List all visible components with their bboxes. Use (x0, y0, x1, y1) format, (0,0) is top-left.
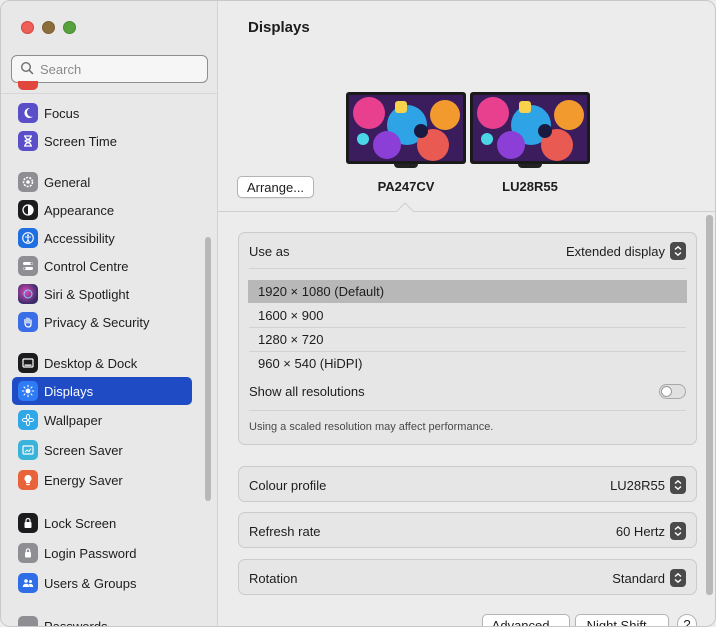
use-as-row: Use as Extended display (249, 241, 686, 261)
resolution-option[interactable]: 1920 × 1080 (Default) (248, 280, 687, 303)
chevron-updown-icon (670, 242, 686, 260)
chevron-updown-icon (670, 569, 686, 587)
accessibility-icon (18, 228, 38, 248)
sidebar-item-focus[interactable]: Focus (12, 99, 192, 127)
main-pane: Displays Arrange... PA247CV LU28R55 Use … (218, 1, 715, 626)
show-all-label: Show all resolutions (249, 383, 365, 399)
appearance-icon (18, 200, 38, 220)
sidebar-item-accessibility[interactable]: Accessibility (12, 224, 192, 252)
colour-profile-label: Colour profile (249, 477, 327, 493)
colour-profile-panel: Colour profile LU28R55 (238, 466, 697, 502)
flower-icon (18, 410, 38, 430)
close-button[interactable] (21, 21, 34, 34)
refresh-rate-label: Refresh rate (249, 523, 321, 539)
search-icon (20, 61, 34, 78)
arrange-button[interactable]: Arrange... (237, 176, 314, 198)
sidebar-item-control-centre[interactable]: Control Centre (12, 252, 192, 280)
resolution-option[interactable]: 1280 × 720 (248, 328, 687, 351)
night-shift-button[interactable]: Night Shift... (575, 614, 669, 626)
page-title: Displays (248, 19, 310, 36)
moon-icon (18, 103, 38, 123)
minimize-button[interactable] (42, 21, 55, 34)
sidebar-item-siri[interactable]: Siri & Spotlight (12, 280, 192, 308)
monitor-lu28r55[interactable] (470, 92, 590, 168)
colour-profile-popup[interactable]: LU28R55 (610, 476, 686, 494)
wallpaper-thumbnail (349, 95, 463, 161)
screensaver-icon (18, 440, 38, 460)
search-field[interactable] (11, 55, 208, 83)
sidebar-item-users-groups[interactable]: Users & Groups (12, 569, 192, 597)
performance-note: Using a scaled resolution may affect per… (249, 421, 494, 433)
help-button[interactable]: ? (677, 614, 697, 626)
sidebar-item-displays[interactable]: Displays (12, 377, 192, 405)
zoom-button[interactable] (63, 21, 76, 34)
key-icon (18, 543, 38, 563)
main-scrollbar[interactable] (706, 215, 713, 595)
show-all-resolutions-toggle[interactable] (659, 383, 686, 399)
refresh-rate-panel: Refresh rate 60 Hertz (238, 512, 697, 548)
use-as-label: Use as (249, 243, 290, 259)
dock-icon (18, 353, 38, 373)
sidebar-item-screen-time[interactable]: Screen Time (12, 127, 192, 155)
chevron-updown-icon (670, 476, 686, 494)
chevron-updown-icon (670, 522, 686, 540)
use-as-popup[interactable]: Extended display (566, 242, 686, 260)
sidebar-divider (1, 93, 217, 94)
control-centre-icon (18, 256, 38, 276)
monitor-name-pa247cv[interactable]: PA247CV (346, 179, 466, 194)
resolution-option[interactable]: 960 × 540 (HiDPI) (248, 352, 687, 375)
sidebar-item-desktop-dock[interactable]: Desktop & Dock (12, 349, 192, 377)
lock-icon (18, 513, 38, 533)
hourglass-icon (18, 131, 38, 151)
refresh-rate-popup[interactable]: 60 Hertz (616, 522, 686, 540)
sun-icon (18, 381, 38, 401)
passwords-icon (18, 616, 38, 626)
rotation-panel: Rotation Standard (238, 559, 697, 595)
resolution-option[interactable]: 1600 × 900 (248, 304, 687, 327)
sidebar-scrollbar[interactable] (205, 237, 211, 501)
users-icon (18, 573, 38, 593)
gear-icon (18, 172, 38, 192)
monitor-name-lu28r55[interactable]: LU28R55 (470, 179, 590, 194)
sidebar-item-appearance[interactable]: Appearance (12, 196, 192, 224)
sidebar-item-privacy[interactable]: Privacy & Security (12, 308, 192, 336)
notifications-icon (18, 81, 38, 90)
window-controls (21, 21, 76, 34)
sidebar: Focus Screen Time General Appearance Acc… (1, 1, 218, 626)
show-all-resolutions-row: Show all resolutions (249, 381, 686, 401)
settings-window: Focus Screen Time General Appearance Acc… (0, 0, 716, 627)
monitor-pa247cv[interactable] (346, 92, 466, 168)
wallpaper-thumbnail (473, 95, 587, 161)
header-divider (218, 211, 715, 212)
sidebar-item-general[interactable]: General (12, 168, 192, 196)
hand-icon (18, 312, 38, 332)
sidebar-item-partial[interactable] (12, 81, 192, 93)
sidebar-item-energy-saver[interactable]: Energy Saver (12, 466, 192, 494)
sidebar-item-lock-screen[interactable]: Lock Screen (12, 509, 192, 537)
sidebar-item-login-password[interactable]: Login Password (12, 539, 192, 567)
sidebar-item-wallpaper[interactable]: Wallpaper (12, 406, 192, 434)
search-input[interactable] (40, 61, 200, 77)
selection-caret-icon (396, 202, 414, 212)
sidebar-item-passwords[interactable]: Passwords (12, 612, 192, 626)
rotation-popup[interactable]: Standard (612, 569, 686, 587)
display-settings-panel: Use as Extended display 1920 × 1080 (Def… (238, 232, 697, 445)
sidebar-item-screen-saver[interactable]: Screen Saver (12, 436, 192, 464)
siri-icon (18, 284, 38, 304)
advanced-button[interactable]: Advanced... (482, 614, 570, 626)
bulb-icon (18, 470, 38, 490)
rotation-label: Rotation (249, 570, 298, 586)
